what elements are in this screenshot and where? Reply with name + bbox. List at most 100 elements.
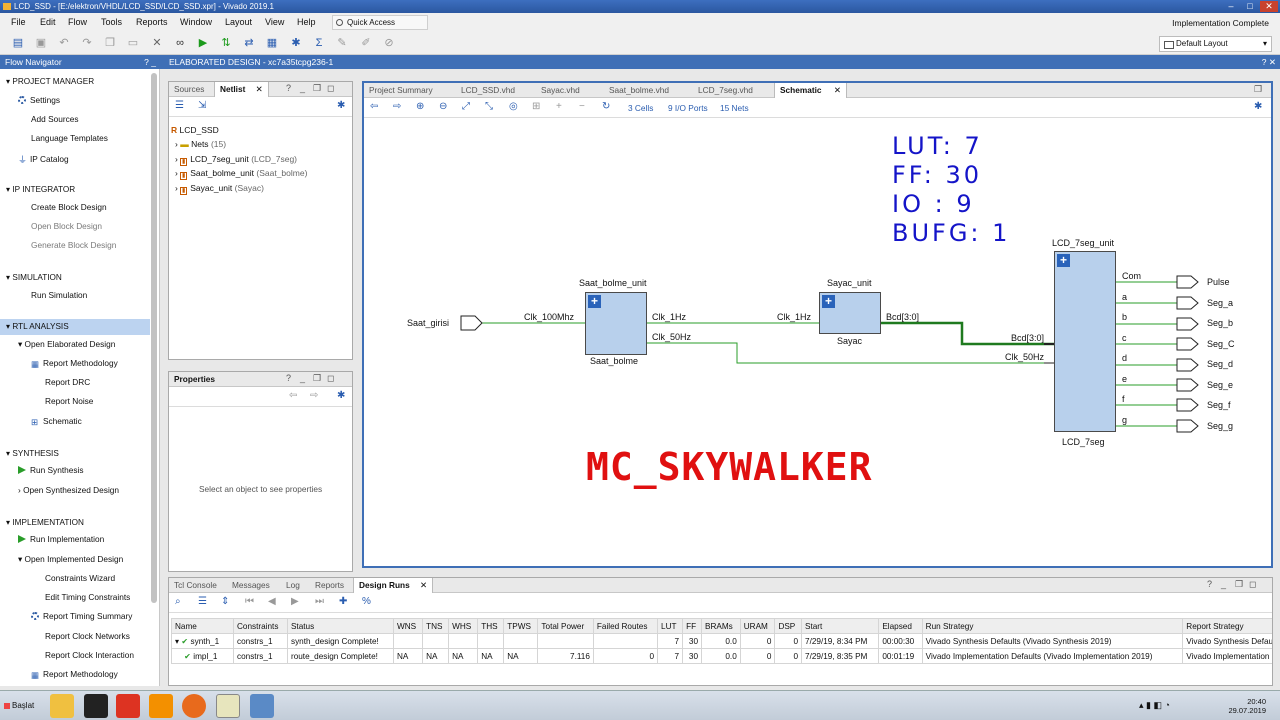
binoculars-icon[interactable]: ∞ [172, 36, 188, 51]
io-ports-count-link[interactable]: 9 I/O Ports [668, 103, 708, 113]
flow-report-methodology-impl[interactable]: ▦ Report Methodology [31, 669, 118, 680]
start-button[interactable]: Başlat [2, 695, 44, 717]
col-failed-routes[interactable]: Failed Routes [592, 618, 659, 634]
tab-schematic[interactable]: Schematic ✕ [774, 83, 847, 98]
flow-add-sources[interactable]: Add Sources [31, 114, 79, 124]
section-synthesis[interactable]: ▾ SYNTHESIS [6, 448, 59, 458]
close-tab-icon[interactable]: ✕ [834, 85, 841, 95]
menu-flow[interactable]: Flow [68, 17, 87, 27]
minimize-icon[interactable]: _ [300, 83, 305, 93]
tab-netlist[interactable]: Netlist ✕ [214, 82, 269, 97]
cells-count-link[interactable]: 3 Cells [628, 103, 653, 113]
table-row[interactable]: ▾ ✔ synth_1 constrs_1 synth_design Compl… [171, 633, 1272, 649]
col-wns[interactable]: WNS [392, 618, 424, 634]
save-icon[interactable]: ▣ [33, 36, 49, 51]
tab-design-runs[interactable]: Design Runs ✕ [353, 578, 433, 593]
col-uram[interactable]: URAM [739, 618, 776, 634]
tree-lcd7seg-unit[interactable]: › ▮ LCD_7seg_unit (LCD_7seg) [175, 154, 297, 166]
tab-messages[interactable]: Messages [227, 578, 275, 593]
help-icon[interactable]: ? ✕ [1262, 55, 1276, 69]
table-row[interactable]: ✔ impl_1 constrs_1 route_design Complete… [171, 648, 1272, 664]
expand-all-icon[interactable]: ⇕ [221, 596, 229, 607]
command-prompt-icon[interactable] [84, 694, 108, 718]
nets-count-link[interactable]: 15 Nets [720, 103, 749, 113]
play-icon[interactable]: ▶ [291, 596, 299, 607]
output-port-shape[interactable] [1176, 275, 1199, 289]
col-tns[interactable]: TNS [422, 618, 450, 634]
expand-icon[interactable]: ⇲ [198, 100, 206, 111]
vivado-taskbar-icon[interactable] [216, 694, 240, 718]
flow-navigator-scrollbar[interactable] [151, 73, 157, 603]
paste-icon[interactable]: ▭ [125, 36, 141, 51]
maximize-icon[interactable]: ◻ [1249, 579, 1256, 590]
section-simulation[interactable]: ▾ SIMULATION [6, 272, 62, 282]
close-tab-icon[interactable]: ✕ [420, 580, 427, 590]
help-icon[interactable]: ? _ [144, 55, 156, 69]
tree-nets[interactable]: › ▬ Nets (15) [175, 139, 226, 149]
ccleaner-icon[interactable] [116, 694, 140, 718]
layout-select[interactable]: Default Layout [1159, 36, 1272, 52]
col-ff[interactable]: FF [682, 618, 703, 634]
add-run-icon[interactable]: ✚ [339, 596, 347, 607]
back-icon[interactable]: ⇦ [289, 390, 297, 401]
flow-open-elaborated-design[interactable]: ▾ Open Elaborated Design [18, 339, 115, 349]
tree-root[interactable]: R LCD_SSD [171, 125, 219, 135]
flow-constraints-wizard[interactable]: Constraints Wizard [45, 573, 115, 583]
help-icon[interactable]: ? [286, 83, 291, 93]
col-tpws[interactable]: TPWS [503, 618, 539, 634]
menu-tools[interactable]: Tools [101, 17, 122, 27]
help-icon[interactable]: ? [1207, 579, 1212, 589]
close-icon[interactable]: ✕ [1260, 1, 1278, 12]
split-icon[interactable]: ⊞ [532, 101, 540, 112]
pencil-icon[interactable]: ✎ [334, 36, 350, 51]
menu-view[interactable]: View [265, 17, 284, 27]
help-icon[interactable]: ? [286, 373, 291, 383]
next-icon[interactable]: ⏭ [315, 596, 324, 607]
close-tab-icon[interactable]: ✕ [256, 84, 263, 94]
vlc-icon[interactable] [149, 694, 173, 718]
menu-layout[interactable]: Layout [225, 17, 252, 27]
output-port-seg-e[interactable]: Seg_e [1207, 380, 1233, 390]
flow-report-noise[interactable]: Report Noise [45, 396, 93, 406]
file-explorer-icon[interactable] [50, 694, 74, 718]
minimize-icon[interactable]: – [1222, 1, 1240, 12]
add-icon[interactable]: + [556, 101, 562, 112]
minimize-icon[interactable]: _ [300, 373, 305, 383]
col-start[interactable]: Start [801, 618, 880, 634]
sigma-icon[interactable]: Σ [311, 36, 327, 51]
col-total-power[interactable]: Total Power [537, 618, 594, 634]
tab-sayac-vhd[interactable]: Sayac.vhd [536, 83, 585, 98]
forward-icon[interactable]: ⇨ [310, 390, 318, 401]
input-port-shape[interactable] [460, 315, 483, 331]
zoom-out-icon[interactable]: ⊖ [439, 101, 447, 112]
output-port-shape[interactable] [1176, 337, 1199, 351]
flow-report-clock-interaction[interactable]: Report Clock Interaction [45, 650, 134, 660]
restore-icon[interactable]: ❐ [1235, 579, 1243, 590]
restore-icon[interactable]: ❐ [1254, 84, 1262, 95]
output-port-shape[interactable] [1176, 358, 1199, 372]
firefox-icon[interactable] [182, 694, 206, 718]
section-project-manager[interactable]: ▾ PROJECT MANAGER [6, 76, 94, 86]
flow-run-implementation[interactable]: Run Implementation [18, 534, 104, 544]
menu-edit[interactable]: Edit [40, 17, 56, 27]
section-ip-integrator[interactable]: ▾ IP INTEGRATOR [6, 184, 75, 194]
input-port-label[interactable]: Saat_girisi [407, 318, 449, 328]
col-lut[interactable]: LUT [657, 618, 684, 634]
tab-tcl-console[interactable]: Tcl Console [169, 578, 222, 593]
tree-saatbolme-unit[interactable]: › ▮ Saat_bolme_unit (Saat_bolme) [175, 168, 307, 180]
previous-icon[interactable]: ◀ [268, 596, 276, 607]
col-elapsed[interactable]: Elapsed [878, 618, 923, 634]
tab-reports[interactable]: Reports [310, 578, 349, 593]
tree-sayac-unit[interactable]: › ▮ Sayac_unit (Sayac) [175, 183, 264, 195]
flow-generate-block-design[interactable]: Generate Block Design [31, 240, 116, 250]
collapse-all-icon[interactable]: ☰ [198, 596, 207, 607]
maximize-icon[interactable]: □ [1241, 1, 1259, 12]
zoom-area-icon[interactable]: ⤡ [485, 101, 493, 112]
output-port-seg-c[interactable]: Seg_C [1207, 339, 1235, 349]
calculator-icon[interactable] [250, 694, 274, 718]
col-whs[interactable]: WHS [448, 618, 479, 634]
remove-icon[interactable]: − [579, 101, 585, 112]
undo-icon[interactable]: ↶ [56, 36, 72, 51]
tab-log[interactable]: Log [281, 578, 305, 593]
report-icon[interactable]: ▦ [264, 36, 280, 51]
